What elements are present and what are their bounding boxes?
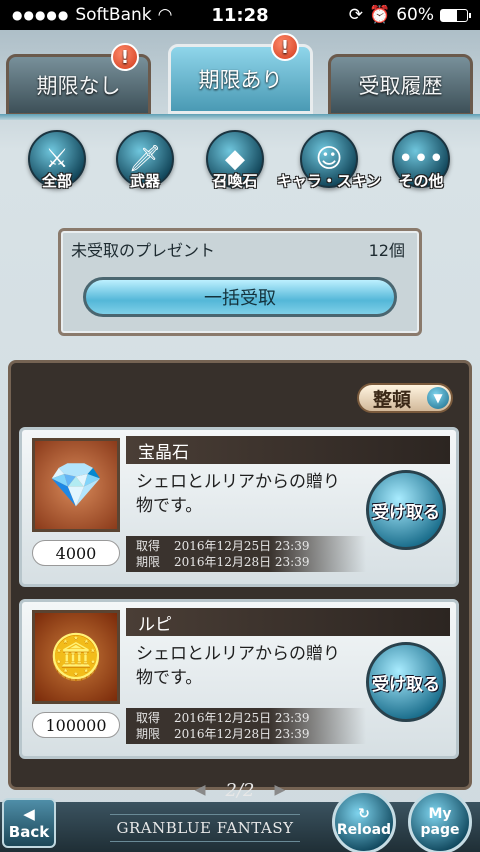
wifi-icon: ◠ xyxy=(157,5,173,25)
tab-with-deadline[interactable]: 期限あり ! xyxy=(168,33,313,114)
mypage-button[interactable]: My page xyxy=(408,790,472,852)
battery-fill xyxy=(441,9,457,21)
unclaimed-summary-panel: 未受取のプレゼント 12個 一括受取 xyxy=(58,228,422,336)
filter-character-skin[interactable]: ☺ キャラ・スキン xyxy=(277,130,381,202)
expires-date: 2016年12月28日 23:39 xyxy=(174,727,310,741)
signal-strength-icon: ●●●●● xyxy=(12,8,70,22)
crystal-icon: 💎 xyxy=(32,438,120,532)
rupie-coins-icon: 🪙 xyxy=(32,610,120,704)
present-list: 整頓 ▼ 💎 宝晶石 シェロとルリアからの贈り物です。 4000 取得 2016年… xyxy=(8,360,472,790)
expires-label: 期限 xyxy=(136,727,161,741)
item-description: シェロとルリアからの贈り物です。 xyxy=(136,644,340,688)
acquired-label: 取得 xyxy=(136,539,161,553)
granblue-fantasy-logo: GRANBLUE FANTASY xyxy=(110,814,300,842)
prev-page-icon[interactable]: ◀ xyxy=(195,782,206,798)
category-filters: ⚔ 全部 🗡 武器 ◆ 召喚石 ☺ キャラ・スキン ••• その他 xyxy=(0,122,480,212)
unclaimed-label: 未受取のプレゼント xyxy=(71,241,216,260)
reload-button[interactable]: ↻ Reload xyxy=(332,790,396,852)
acquired-label: 取得 xyxy=(136,711,161,725)
back-button[interactable]: ◀ Back xyxy=(2,798,56,848)
status-bar: ●●●●● SoftBank ◠ 11:28 ⟳ ⏰ 60% xyxy=(0,0,480,30)
alarm-icon: ⏰ xyxy=(369,5,391,25)
filter-all[interactable]: ⚔ 全部 xyxy=(18,130,96,202)
mypage-label-2: page xyxy=(420,822,460,838)
item-dates: 取得 2016年12月25日 23:39 期限 2016年12月28日 23:39 xyxy=(126,708,366,744)
back-arrow-icon: ◀ xyxy=(23,805,35,823)
battery-icon xyxy=(440,8,471,22)
next-page-icon[interactable]: ▶ xyxy=(274,782,285,798)
battery-percentage: 60% xyxy=(396,5,434,25)
tab-label: 受取履歴 xyxy=(358,74,443,98)
filter-label: キャラ・スキン xyxy=(276,172,382,190)
clock: 11:28 xyxy=(211,4,269,26)
item-name: ルピ xyxy=(126,608,450,636)
item-dates: 取得 2016年12月25日 23:39 期限 2016年12月28日 23:39 xyxy=(126,536,366,572)
bottom-nav: ◀ Back GRANBLUE FANTASY ↻ Reload My page xyxy=(0,790,480,852)
item-amount: 100000 xyxy=(32,712,120,738)
alert-badge-icon: ! xyxy=(271,33,299,61)
mypage-label-1: My xyxy=(428,806,452,822)
alert-badge-icon: ! xyxy=(111,43,139,71)
tab-label: 期限なし xyxy=(36,74,121,98)
tab-label: 期限あり xyxy=(198,68,283,92)
item-name: 宝晶石 xyxy=(126,436,450,464)
item-amount: 4000 xyxy=(32,540,120,566)
filter-other[interactable]: ••• その他 xyxy=(382,130,460,202)
receive-button[interactable]: 受け取る xyxy=(366,470,446,550)
filter-label: 全部 xyxy=(41,172,72,190)
page-indicator: 2/2 xyxy=(225,779,255,801)
tab-bar: 期限なし ! 期限あり ! 受取履歴 xyxy=(0,33,480,132)
expires-date: 2016年12月28日 23:39 xyxy=(174,555,310,569)
acquired-date: 2016年12月25日 23:39 xyxy=(174,539,310,553)
reload-icon: ↻ xyxy=(358,806,370,822)
pagination: ◀ 2/2 ▶ xyxy=(0,775,480,805)
tab-no-deadline[interactable]: 期限なし ! xyxy=(6,43,151,116)
reload-label: Reload xyxy=(336,822,392,838)
back-label: Back xyxy=(8,823,50,841)
rotation-lock-icon: ⟳ xyxy=(348,5,364,25)
sort-button[interactable]: 整頓 ▼ xyxy=(357,383,453,413)
filter-weapon[interactable]: 🗡 武器 xyxy=(106,130,184,202)
bulk-receive-button[interactable]: 一括受取 xyxy=(83,277,397,317)
filter-label: 召喚石 xyxy=(212,172,258,190)
present-item: 🪙 ルピ シェロとルリアからの贈り物です。 100000 取得 2016年12月2… xyxy=(19,599,459,759)
carrier-name: SoftBank xyxy=(75,5,152,25)
present-box-screen: 期限なし ! 期限あり ! 受取履歴 ⚔ 全部 🗡 武器 ◆ 召喚石 ☺ キャラ… xyxy=(0,30,480,852)
tab-divider xyxy=(0,114,480,120)
present-item: 💎 宝晶石 シェロとルリアからの贈り物です。 4000 取得 2016年12月25… xyxy=(19,427,459,587)
receive-button[interactable]: 受け取る xyxy=(366,642,446,722)
expires-label: 期限 xyxy=(136,555,161,569)
chevron-down-icon: ▼ xyxy=(427,387,449,409)
item-description: シェロとルリアからの贈り物です。 xyxy=(136,472,340,516)
tab-history[interactable]: 受取履歴 xyxy=(328,54,473,116)
sort-label: 整頓 xyxy=(373,388,412,411)
filter-label: 武器 xyxy=(129,172,160,190)
filter-summon-stone[interactable]: ◆ 召喚石 xyxy=(196,130,274,202)
acquired-date: 2016年12月25日 23:39 xyxy=(174,711,310,725)
filter-label: その他 xyxy=(398,172,444,190)
unclaimed-count: 12個 xyxy=(368,241,405,260)
